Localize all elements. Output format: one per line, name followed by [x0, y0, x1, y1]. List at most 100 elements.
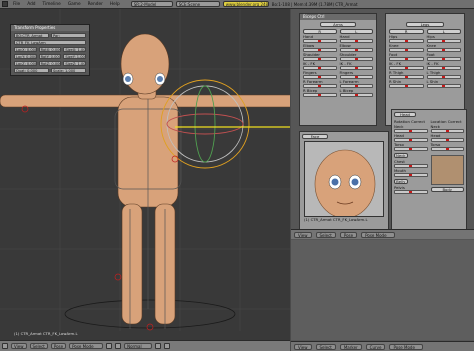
- rp-view-menu[interactable]: View: [294, 231, 312, 238]
- menu-help[interactable]: Help: [108, 2, 122, 7]
- scale-field[interactable]: Scale: 1.000: [51, 68, 86, 73]
- face-render: [314, 149, 376, 216]
- stats-readout: Bo:1-108 | Mem:4.39M (1.78M) CTR_Armat: [271, 1, 358, 7]
- rot-neck-slider[interactable]: [394, 129, 428, 133]
- arms-tab[interactable]: Arms: [320, 22, 356, 27]
- sizex-field[interactable]: SizeX: 1.000: [63, 47, 87, 52]
- leg-l-shin-slider[interactable]: [426, 84, 461, 88]
- top-menubar: File Add Timeline Game Render Help SR:2-…: [0, 0, 474, 9]
- arm-l-fingers-slider[interactable]: [339, 75, 373, 79]
- locy-field[interactable]: LocY: 0.000: [14, 54, 37, 59]
- head-controls: Head Rotation Correct Neck Head Torso Ne…: [391, 109, 467, 233]
- leg-r-ikfk-slider[interactable]: [389, 66, 424, 70]
- neck-tab[interactable]: Neck: [394, 153, 408, 158]
- draw-mode-icon[interactable]: [106, 343, 113, 349]
- lock-icon[interactable]: [164, 343, 171, 349]
- rot-torso-slider[interactable]: [394, 147, 428, 151]
- locx-field[interactable]: LocX: 0.000: [14, 47, 37, 52]
- leg-l-hips-slider[interactable]: [426, 39, 461, 43]
- arm-l-hand-slider[interactable]: [339, 39, 373, 43]
- buttons-window-header: View Select Pose Pose Mode: [291, 229, 474, 239]
- leg-r-shin-slider[interactable]: [389, 84, 424, 88]
- rp-mode-selector[interactable]: Pose Mode: [361, 231, 396, 238]
- parent-field[interactable]: Par:: [51, 33, 86, 38]
- arms-controls: Biceps Ctrl Arms R Hand Elbow Shoulder I…: [299, 13, 377, 126]
- arm-r-hand-slider[interactable]: [303, 39, 337, 43]
- body-thumbnail: [430, 155, 464, 185]
- leg-r-thigh-slider[interactable]: [389, 75, 424, 79]
- pose-menu[interactable]: Pose: [50, 343, 67, 349]
- belly-tab[interactable]: Belly: [394, 179, 408, 184]
- rotx-field[interactable]: RotX: 0.000: [38, 47, 62, 52]
- leg-r-foot-slider[interactable]: [389, 57, 424, 61]
- arm-r-shoulder-slider[interactable]: [303, 57, 337, 61]
- view-menu[interactable]: View: [11, 343, 27, 349]
- menu-add[interactable]: Add: [25, 2, 37, 7]
- tl-curve-menu[interactable]: Curve: [365, 343, 386, 350]
- rot-chest-slider[interactable]: [394, 164, 428, 168]
- pivot-icon[interactable]: [115, 343, 122, 349]
- orientation-selector[interactable]: Normal: [124, 343, 153, 349]
- rp-pose-menu[interactable]: Pose: [339, 231, 358, 238]
- timeline-area[interactable]: [291, 240, 474, 340]
- arm-r-ikfk-slider[interactable]: [303, 66, 337, 70]
- face-tab[interactable]: Face: [302, 134, 328, 139]
- quat-field[interactable]: Quat: 0.000: [14, 68, 49, 73]
- arm-l-elbow-slider[interactable]: [339, 48, 373, 52]
- screen-selector[interactable]: SR:2-Model: [130, 1, 173, 7]
- tl-mode-selector[interactable]: Pose Mode: [389, 343, 424, 350]
- body-tab[interactable]: Body: [430, 187, 464, 192]
- tl-select-menu[interactable]: Select: [315, 343, 336, 350]
- leg-l-thigh-slider[interactable]: [426, 75, 461, 79]
- arm-r-forearm-slider[interactable]: [303, 84, 337, 88]
- select-menu[interactable]: Select: [29, 343, 48, 349]
- leg-r-knee-slider[interactable]: [389, 48, 424, 52]
- transform-properties-panel: Transform Properties BO:CTR_Armat Par: C…: [10, 24, 90, 76]
- arm-l-forearm-slider[interactable]: [339, 84, 373, 88]
- locz-field[interactable]: LocZ: 0.000: [14, 61, 37, 66]
- roty-field[interactable]: RotY: 0.000: [38, 54, 62, 59]
- arm-r-fingers-slider[interactable]: [303, 75, 337, 79]
- head-tab[interactable]: Head: [394, 112, 416, 117]
- editor-type-icon[interactable]: [2, 343, 8, 349]
- loc-torso-slider[interactable]: [430, 147, 464, 151]
- loc-head-slider[interactable]: [430, 138, 464, 142]
- face-controls: Face (1) CTR_Armat CTR_FK_LowArm.L: [299, 131, 389, 231]
- menu-timeline[interactable]: Timeline: [41, 2, 63, 7]
- face-object-label: (1) CTR_Armat CTR_FK_LowArm.L: [304, 217, 368, 222]
- rot-pelvis-slider[interactable]: [394, 190, 428, 194]
- right-panel: Biceps Ctrl Arms R Hand Elbow Shoulder I…: [291, 9, 474, 351]
- tl-marker-menu[interactable]: Marker: [339, 343, 362, 350]
- leg-l-ikfk-slider[interactable]: [426, 66, 461, 70]
- arm-l-shoulder-slider[interactable]: [339, 57, 373, 61]
- rot-head-slider[interactable]: [394, 138, 428, 142]
- arm-r-bicep-slider[interactable]: [303, 93, 337, 97]
- rp-select-menu[interactable]: Select: [315, 231, 336, 238]
- menu-game[interactable]: Game: [66, 2, 83, 7]
- loc-neck-slider[interactable]: [430, 129, 464, 133]
- viewport-3d[interactable]: Transform Properties BO:CTR_Armat Par: C…: [0, 9, 290, 340]
- arm-l-ikfk-slider[interactable]: [339, 66, 373, 70]
- menu-render[interactable]: Render: [86, 2, 105, 7]
- info-icon[interactable]: [2, 1, 8, 7]
- tl-view-menu[interactable]: View: [294, 343, 312, 350]
- rot-mouth-slider[interactable]: [394, 173, 428, 177]
- viewport-header: View Select Pose Pose Mode Normal: [0, 340, 290, 351]
- sizey-field[interactable]: SizeY: 1.000: [63, 54, 87, 59]
- rotz-field[interactable]: RotZ: 0.000: [38, 61, 62, 66]
- legs-tab[interactable]: Legs: [406, 22, 444, 27]
- leg-r-hips-slider[interactable]: [389, 39, 424, 43]
- arm-l-bicep-slider[interactable]: [339, 93, 373, 97]
- leg-l-knee-slider[interactable]: [426, 48, 461, 52]
- scene-selector[interactable]: SCE:Scene: [175, 1, 220, 7]
- arm-r-elbow-slider[interactable]: [303, 48, 337, 52]
- url-field[interactable]: www.blender.org 248: [222, 1, 269, 7]
- bone-name-field[interactable]: BO:CTR_Armat: [14, 33, 49, 38]
- menu-file[interactable]: File: [11, 2, 22, 7]
- mode-selector[interactable]: Pose Mode: [69, 343, 104, 349]
- alt-field[interactable]: CTR_FK_LowArm: [14, 40, 86, 45]
- timeline-header: View Select Marker Curve Pose Mode: [291, 341, 474, 351]
- leg-l-foot-slider[interactable]: [426, 57, 461, 61]
- sizez-field[interactable]: SizeZ: 1.000: [63, 61, 87, 66]
- layer-icon[interactable]: [155, 343, 162, 349]
